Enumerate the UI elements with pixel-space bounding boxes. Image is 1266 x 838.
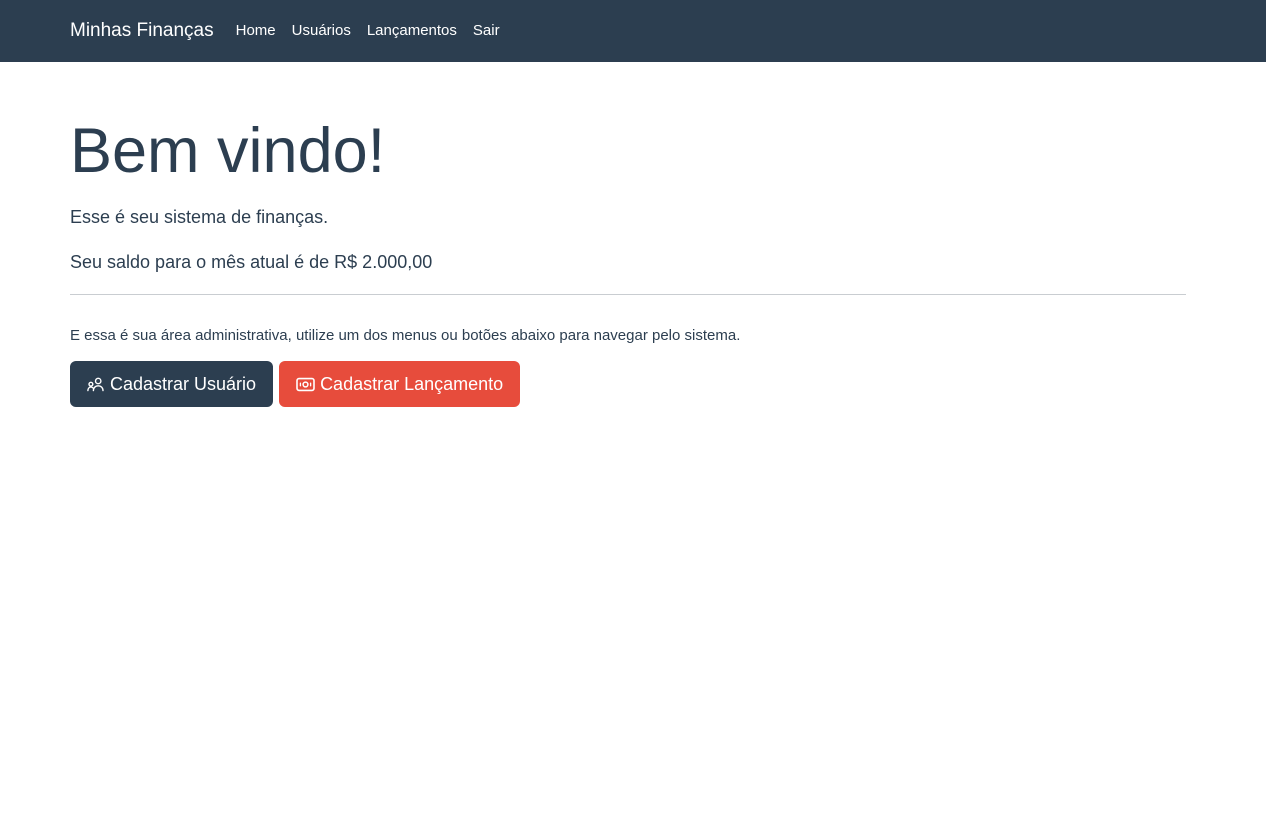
nav-link-sair[interactable]: Sair bbox=[465, 0, 508, 62]
divider bbox=[70, 294, 1186, 296]
nav-item-usuarios: Usuários bbox=[284, 0, 359, 62]
users-icon bbox=[87, 376, 105, 392]
nav-link-usuarios[interactable]: Usuários bbox=[284, 0, 359, 62]
main-content: Bem vindo! Esse é seu sistema de finança… bbox=[70, 116, 1186, 408]
brand[interactable]: Minhas Finanças bbox=[70, 20, 214, 42]
navbar-inner: Minhas Finanças Home Usuários Lançamento… bbox=[70, 0, 1186, 62]
subtitle: Esse é seu sistema de finanças. bbox=[70, 207, 329, 228]
admin-hint: E essa é sua área administrativa, utiliz… bbox=[70, 327, 741, 345]
nav-item-lancamentos: Lançamentos bbox=[359, 0, 465, 62]
cadastrar-usuario-button[interactable]: Cadastrar Usuário bbox=[70, 361, 274, 408]
action-buttons: Cadastrar Usuário Cadastrar Lançamento bbox=[70, 361, 1186, 408]
balance-text: Seu saldo para o mês atual é de R$ 2.000… bbox=[70, 252, 433, 273]
navbar: Minhas Finanças Home Usuários Lançamento… bbox=[0, 0, 1266, 62]
nav-item-home: Home bbox=[228, 0, 284, 62]
nav-link-home[interactable]: Home bbox=[228, 0, 284, 62]
page-title: Bem vindo! bbox=[70, 116, 386, 186]
nav-item-sair: Sair bbox=[465, 0, 508, 62]
banknote-icon bbox=[296, 377, 315, 392]
cadastrar-usuario-label: Cadastrar Usuário bbox=[110, 373, 257, 394]
nav-menu: Home Usuários Lançamentos Sair bbox=[228, 0, 508, 62]
cadastrar-lancamento-button[interactable]: Cadastrar Lançamento bbox=[279, 361, 521, 408]
nav-link-lancamentos[interactable]: Lançamentos bbox=[359, 0, 465, 62]
cadastrar-lancamento-label: Cadastrar Lançamento bbox=[320, 373, 504, 394]
